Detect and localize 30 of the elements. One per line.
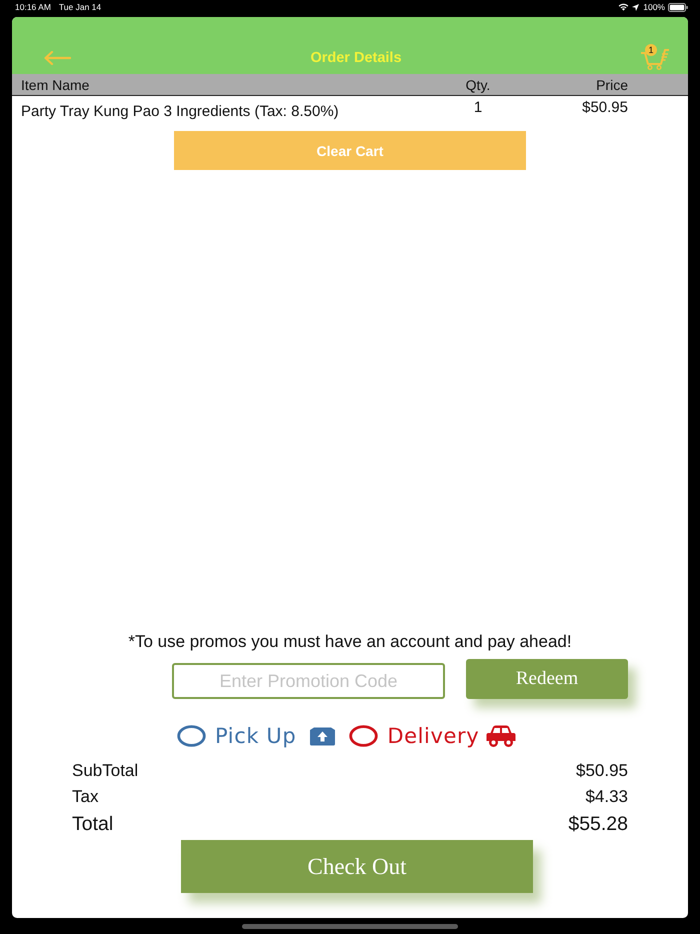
summary-amount: $4.33 [585, 787, 628, 807]
battery-percent: 100% [643, 2, 665, 12]
column-header: Qty. [464, 76, 492, 94]
redeem-button[interactable]: Redeem [466, 659, 628, 699]
order-type-label[interactable]: Pick Up [215, 724, 296, 748]
radio-icon[interactable] [177, 725, 206, 747]
status-time: 10:16 AM [15, 2, 51, 12]
column-header: Item Name [21, 76, 90, 94]
total-label: Total [72, 813, 114, 835]
status-date: Tue Jan 14 [58, 2, 102, 12]
battery-icon [668, 2, 688, 12]
car-icon [486, 724, 516, 748]
promo-code-field[interactable]: Enter Promotion Code [172, 663, 445, 699]
checkout-button[interactable]: Check Out [181, 840, 533, 893]
total-amount: $55.28 [568, 813, 628, 835]
quantity-cell-text: 1 [474, 98, 482, 117]
summary-label: Tax [72, 787, 98, 807]
price-cell-text: $50.95 [582, 98, 628, 117]
radio-icon[interactable] [349, 725, 378, 747]
wifi-icon [618, 3, 630, 11]
column-header: Price [595, 76, 628, 94]
cart-badge: 1 [644, 44, 657, 56]
promo-note: *To use promos you must have an account and pay ahead! [128, 632, 572, 652]
order-type-label[interactable]: Delivery [387, 724, 480, 748]
item-name-cell-text: Party Tray Kung Pao 3 Ingredients (Tax: 8.50%) [21, 102, 339, 121]
location-arrow-icon [632, 4, 640, 10]
summary-label: SubTotal [72, 761, 138, 781]
clear-cart-button[interactable]: Clear Cart [174, 131, 526, 170]
summary-amount: $50.95 [576, 761, 628, 781]
screen-title: Order Details [310, 48, 402, 66]
